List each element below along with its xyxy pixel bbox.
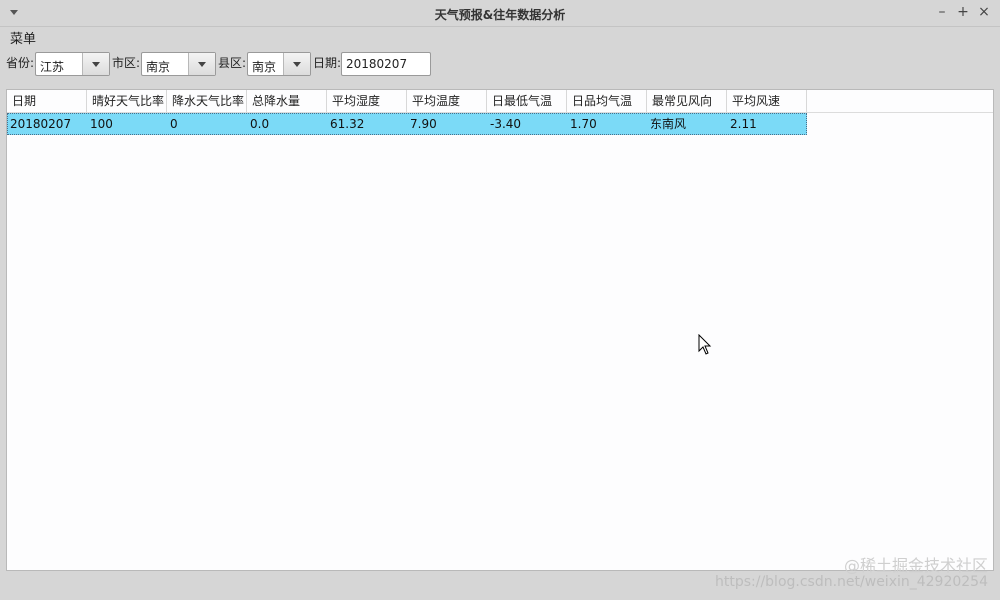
date-input[interactable] bbox=[341, 52, 431, 76]
column-header-avg-temp[interactable]: 平均温度 bbox=[407, 90, 487, 112]
county-value: 南京 bbox=[252, 60, 277, 74]
column-header-wind-speed[interactable]: 平均风速 bbox=[727, 90, 807, 112]
cell-avg-temp: 7.90 bbox=[410, 117, 437, 131]
city-value: 南京 bbox=[146, 60, 171, 74]
county-dropdown-button[interactable] bbox=[283, 53, 310, 75]
column-header-sunny-ratio[interactable]: 晴好天气比率 bbox=[87, 90, 167, 112]
menu-item-main[interactable]: 菜单 bbox=[10, 28, 36, 47]
column-header-mean-temp[interactable]: 日品均气温 bbox=[567, 90, 647, 112]
city-label: 市区: bbox=[112, 56, 141, 70]
province-value: 江苏 bbox=[40, 60, 65, 74]
column-header-date[interactable]: 日期 bbox=[7, 90, 87, 112]
column-header-avg-humidity[interactable]: 平均湿度 bbox=[327, 90, 407, 112]
table-header: 日期 晴好天气比率 降水天气比率 总降水量 平均湿度 平均温度 日最低气温 日品… bbox=[7, 90, 993, 113]
city-select[interactable]: 南京 bbox=[141, 52, 216, 76]
cell-wind-dir: 东南风 bbox=[650, 117, 687, 131]
minimize-button[interactable]: – bbox=[934, 4, 950, 20]
cell-date: 20180207 bbox=[10, 117, 72, 131]
column-header-rain-ratio[interactable]: 降水天气比率 bbox=[167, 90, 247, 112]
watermark-brand: @稀土掘金技术社区 bbox=[843, 556, 988, 575]
close-button[interactable]: × bbox=[976, 4, 992, 20]
cell-rain-ratio: 0 bbox=[170, 117, 178, 131]
filter-toolbar: 省份: 江苏 市区: 南京 县区: 南京 日期: bbox=[0, 48, 1000, 82]
column-header-wind-dir[interactable]: 最常见风向 bbox=[647, 90, 727, 112]
county-select[interactable]: 南京 bbox=[247, 52, 311, 76]
column-header-total-precip[interactable]: 总降水量 bbox=[247, 90, 327, 112]
cell-mean-temp: 1.70 bbox=[570, 117, 597, 131]
province-label: 省份: bbox=[6, 56, 35, 70]
date-label: 日期: bbox=[313, 56, 342, 70]
weather-table[interactable]: 日期 晴好天气比率 降水天气比率 总降水量 平均湿度 平均温度 日最低气温 日品… bbox=[6, 89, 994, 571]
title-bar: 天气预报&往年数据分析 – + × bbox=[0, 0, 1000, 27]
window-title: 天气预报&往年数据分析 bbox=[434, 8, 566, 22]
cell-total-precip: 0.0 bbox=[250, 117, 270, 131]
cell-wind-speed: 2.11 bbox=[730, 117, 757, 131]
county-label: 县区: bbox=[218, 56, 247, 70]
province-dropdown-button[interactable] bbox=[82, 53, 109, 75]
column-header-min-temp[interactable]: 日最低气温 bbox=[487, 90, 567, 112]
watermark-url: https://blog.csdn.net/weixin_42920254 bbox=[714, 574, 988, 590]
table-row[interactable]: 20180207 100 0 0.0 61.32 7.90 -3.40 1.70… bbox=[7, 113, 807, 135]
city-dropdown-button[interactable] bbox=[188, 53, 215, 75]
cell-sunny-ratio: 100 bbox=[90, 117, 113, 131]
maximize-button[interactable]: + bbox=[955, 4, 971, 20]
cell-avg-humidity: 61.32 bbox=[330, 117, 365, 131]
menu-bar: 菜单 bbox=[0, 26, 1000, 47]
chevron-down-icon bbox=[198, 62, 206, 67]
chevron-down-icon bbox=[92, 62, 100, 67]
mouse-pointer-icon bbox=[698, 334, 712, 355]
cell-min-temp: -3.40 bbox=[490, 117, 522, 131]
province-select[interactable]: 江苏 bbox=[35, 52, 110, 76]
chevron-down-icon bbox=[293, 62, 301, 67]
